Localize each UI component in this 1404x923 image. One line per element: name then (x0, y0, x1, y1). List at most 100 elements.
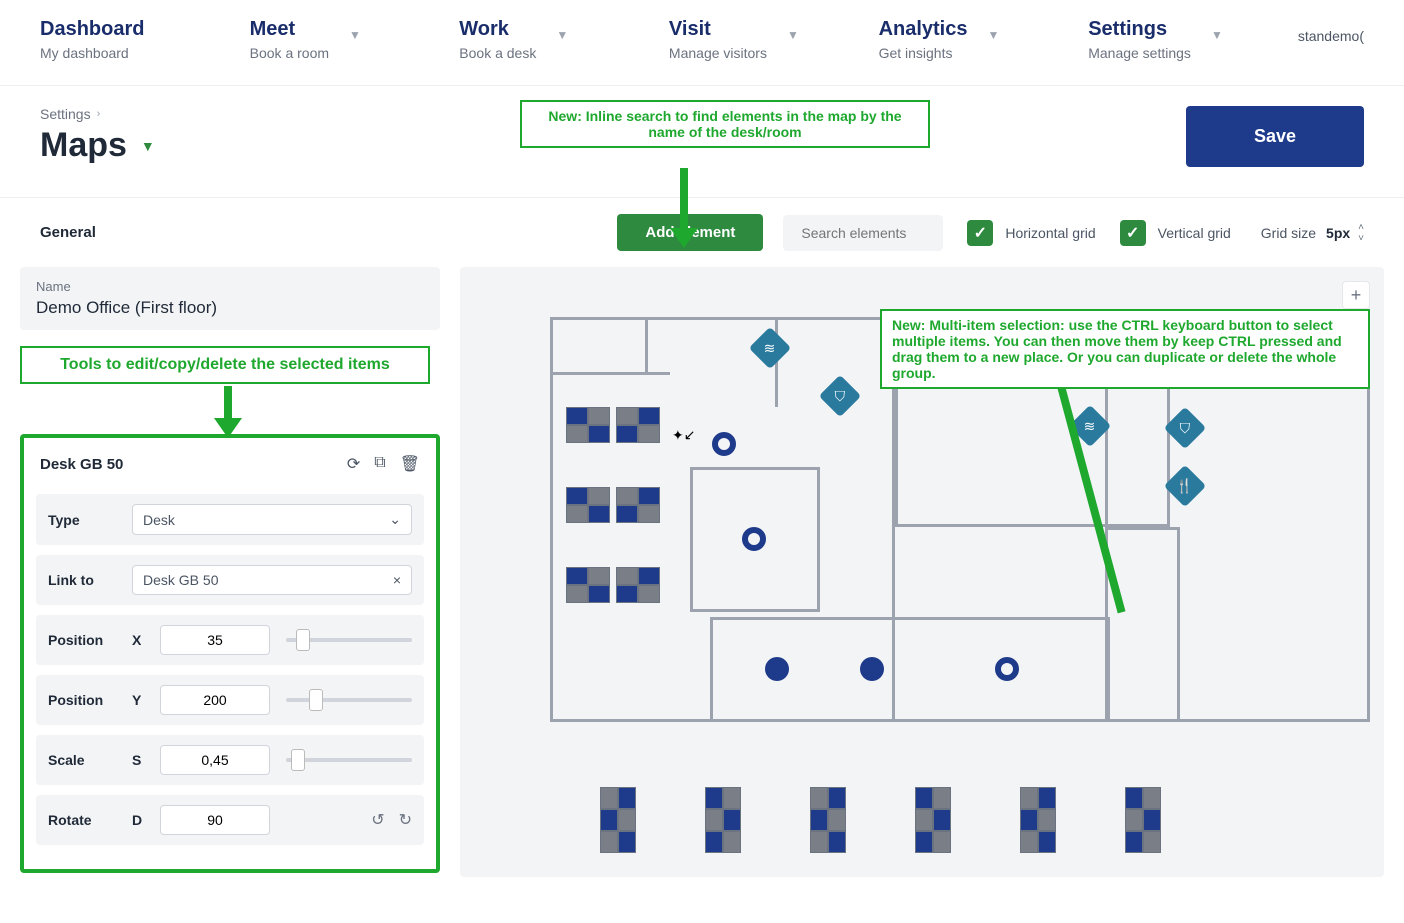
desk-cluster[interactable] (616, 487, 660, 523)
callout-multiselect: New: Multi-item selection: use the CTRL … (880, 309, 1370, 389)
checkbox-checked-icon[interactable] (967, 220, 993, 246)
nav-title: Analytics (879, 18, 968, 41)
desk-cluster[interactable] (810, 787, 846, 853)
chevron-right-icon: › (97, 108, 101, 120)
nav-sub: Manage visitors (669, 45, 767, 61)
map-name-label: Name (36, 279, 424, 294)
nav-title: Work (459, 18, 536, 41)
type-select[interactable]: Desk ⌄ (132, 504, 412, 535)
field-label: Link to (48, 572, 132, 588)
nav-sub: Get insights (879, 45, 968, 61)
desk-cluster[interactable] (705, 787, 741, 853)
rotate-cw-icon[interactable]: ↻ (399, 810, 412, 830)
chevron-down-icon: ▼ (787, 28, 799, 42)
nav-title: Visit (669, 18, 767, 41)
vertical-grid-toggle[interactable]: Vertical grid (1120, 220, 1231, 246)
scale-input[interactable] (160, 745, 270, 775)
clear-icon[interactable]: × (393, 572, 401, 588)
desk-cluster[interactable] (566, 407, 610, 443)
desk-cluster[interactable] (915, 787, 951, 853)
refresh-icon[interactable]: ⟳ (347, 454, 360, 474)
desk-cluster[interactable] (616, 567, 660, 603)
chevron-down-icon[interactable]: ▼ (141, 138, 155, 154)
desk-cluster[interactable] (616, 407, 660, 443)
arrow-down-icon (672, 168, 698, 248)
nav-item-visit[interactable]: Visit Manage visitors ▼ (669, 18, 879, 61)
map-name-card[interactable]: Name Demo Office (First floor) (20, 267, 440, 330)
chevron-down-icon: ▼ (988, 28, 1000, 42)
expand-button[interactable]: + (1342, 281, 1370, 309)
nav-item-meet[interactable]: Meet Book a room ▼ (250, 18, 460, 61)
main-area: Name Demo Office (First floor) Tools to … (0, 267, 1404, 897)
nav-title: Settings (1088, 18, 1191, 41)
desk-cluster[interactable] (566, 487, 610, 523)
map-canvas[interactable]: + (460, 267, 1384, 877)
room-marker[interactable] (860, 657, 884, 681)
tab-general[interactable]: General (40, 224, 96, 241)
field-label: Type (48, 512, 132, 528)
checkbox-label: Vertical grid (1158, 225, 1231, 241)
desk-cluster[interactable] (600, 787, 636, 853)
rotate-field: Rotate D ↺ ↻ (36, 795, 424, 845)
axis-label: D (132, 812, 156, 828)
select-value: Desk (143, 512, 175, 528)
desk-cluster[interactable] (1020, 787, 1056, 853)
delete-icon[interactable]: 🗑 (400, 454, 420, 474)
room-marker[interactable] (765, 657, 789, 681)
element-properties-panel: Desk GB 50 ⟳ ⧉ 🗑 Type Desk ⌄ Link to Des… (20, 434, 440, 873)
nav-sub: Book a desk (459, 45, 536, 61)
nav-sub: Manage settings (1088, 45, 1191, 61)
nav-sub: Book a room (250, 45, 329, 61)
breadcrumb[interactable]: Settings › (40, 106, 155, 122)
stepper-up-icon[interactable]: ˄ (1358, 222, 1364, 233)
scale-slider[interactable] (286, 758, 412, 762)
page-header: Settings › Maps ▼ Save New: Inline searc… (0, 86, 1404, 197)
position-x-input[interactable] (160, 625, 270, 655)
desk-cluster[interactable] (566, 567, 610, 603)
position-y-slider[interactable] (286, 698, 412, 702)
rotate-input[interactable] (160, 805, 270, 835)
room-marker[interactable] (995, 657, 1019, 681)
desk-cluster[interactable] (1125, 787, 1161, 853)
cursor-icon: ✦ (672, 427, 695, 444)
position-x-slider[interactable] (286, 638, 412, 642)
room-marker[interactable] (742, 527, 766, 551)
chevron-down-icon: ▼ (1211, 28, 1223, 42)
chevron-down-icon: ▼ (349, 28, 361, 42)
breadcrumb-parent[interactable]: Settings (40, 106, 91, 122)
position-y-field: Position Y (36, 675, 424, 725)
room-marker[interactable] (712, 432, 736, 456)
page-title: Maps (40, 126, 127, 165)
horizontal-grid-toggle[interactable]: Horizontal grid (967, 220, 1095, 246)
user-menu[interactable]: standemo( (1298, 28, 1364, 44)
position-x-field: Position X (36, 615, 424, 665)
field-label: Position (48, 692, 132, 708)
nav-item-dashboard[interactable]: Dashboard My dashboard (40, 18, 250, 61)
axis-label: X (132, 632, 156, 648)
nav-title: Meet (250, 18, 329, 41)
top-nav: Dashboard My dashboard Meet Book a room … (0, 0, 1404, 86)
nav-item-work[interactable]: Work Book a desk ▼ (459, 18, 669, 61)
panel-title: Desk GB 50 (40, 456, 123, 473)
nav-item-analytics[interactable]: Analytics Get insights ▼ (879, 18, 1089, 61)
linkto-select[interactable]: Desk GB 50 × (132, 565, 412, 595)
scale-field: Scale S (36, 735, 424, 785)
gridsize-label: Grid size (1261, 225, 1316, 241)
checkbox-checked-icon[interactable] (1120, 220, 1146, 246)
floorplan: ✦ ≋ ⛉ ≋ ⛉ 🍴 (550, 317, 1370, 877)
nav-title: Dashboard (40, 18, 144, 41)
position-y-input[interactable] (160, 685, 270, 715)
rotate-ccw-icon[interactable]: ↺ (371, 810, 384, 830)
chevron-down-icon: ▼ (556, 28, 568, 42)
field-label: Rotate (48, 812, 132, 828)
nav-item-settings[interactable]: Settings Manage settings ▼ (1088, 18, 1298, 61)
copy-icon[interactable]: ⧉ (374, 454, 385, 474)
axis-label: Y (132, 692, 156, 708)
checkbox-label: Horizontal grid (1005, 225, 1095, 241)
stepper-down-icon[interactable]: ˅ (1358, 233, 1364, 244)
gridsize-value: 5px (1326, 225, 1350, 241)
search-elements-input[interactable] (783, 215, 943, 251)
editor-toolbar: General Add element Horizontal grid Vert… (0, 197, 1404, 267)
map-name-value: Demo Office (First floor) (36, 298, 424, 318)
save-button[interactable]: Save (1186, 106, 1364, 167)
